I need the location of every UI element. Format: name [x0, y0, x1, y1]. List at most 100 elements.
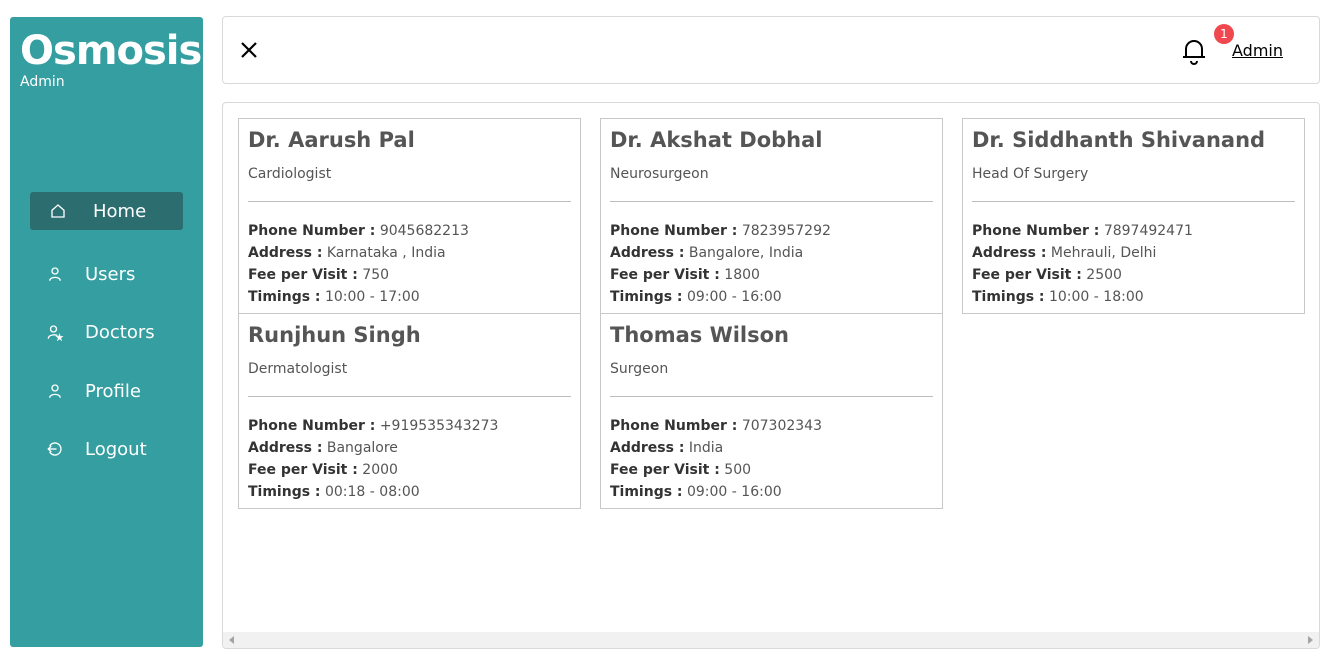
address-row: Address : India: [610, 437, 933, 459]
doctor-name: Runjhun Singh: [248, 323, 421, 347]
user-icon: [45, 264, 65, 284]
card-divider: [248, 201, 571, 202]
doctor-icon: [45, 322, 65, 342]
timings-value: 10:00 - 18:00: [1048, 289, 1144, 305]
fee-row: Fee per Visit : 750: [248, 264, 571, 286]
fee-row: Fee per Visit : 1800: [610, 264, 933, 286]
fee-label: Fee per Visit :: [610, 267, 720, 283]
sidebar-item-label: Logout: [85, 438, 147, 460]
phone-label: Phone Number :: [610, 418, 738, 434]
fee-row: Fee per Visit : 500: [610, 459, 933, 481]
phone-value: 7897492471: [1103, 223, 1193, 239]
profile-icon: [45, 381, 65, 401]
timings-row: Timings : 10:00 - 17:00: [248, 286, 571, 308]
sidebar: Osmosis Admin Home Users Doctors Profile…: [10, 17, 203, 647]
doctor-card[interactable]: Thomas Wilson Surgeon Phone Number : 707…: [600, 313, 943, 509]
fee-value: 2000: [362, 462, 398, 478]
doctor-specialization: Neurosurgeon: [610, 166, 709, 182]
doctor-cards-panel: Dr. Aarush Pal Cardiologist Phone Number…: [222, 102, 1320, 649]
timings-row: Timings : 09:00 - 16:00: [610, 481, 933, 503]
address-label: Address :: [610, 245, 685, 261]
fee-value: 750: [362, 267, 390, 283]
sidebar-item-label: Users: [85, 263, 136, 285]
card-divider: [972, 201, 1295, 202]
phone-label: Phone Number :: [610, 223, 738, 239]
doctor-card[interactable]: Dr. Akshat Dobhal Neurosurgeon Phone Num…: [600, 118, 943, 314]
address-label: Address :: [248, 440, 323, 456]
phone-row: Phone Number : 9045682213: [248, 220, 571, 242]
timings-value: 00:18 - 08:00: [324, 484, 420, 500]
timings-row: Timings : 10:00 - 18:00: [972, 286, 1295, 308]
phone-row: Phone Number : 7823957292: [610, 220, 933, 242]
fee-value: 1800: [724, 267, 760, 283]
logout-icon: [45, 439, 65, 459]
doctor-card[interactable]: Dr. Siddhanth Shivanand Head Of Surgery …: [962, 118, 1305, 314]
close-icon[interactable]: [237, 38, 261, 62]
sidebar-item-label: Profile: [85, 380, 141, 402]
horizontal-scrollbar[interactable]: [223, 632, 1319, 648]
address-label: Address :: [972, 245, 1047, 261]
address-row: Address : Karnataka , India: [248, 242, 571, 264]
address-row: Address : Mehrauli, Delhi: [972, 242, 1295, 264]
admin-link[interactable]: Admin: [1232, 41, 1283, 60]
phone-row: Phone Number : 707302343: [610, 415, 933, 437]
timings-value: 09:00 - 16:00: [686, 484, 782, 500]
timings-label: Timings :: [610, 484, 683, 500]
card-divider: [248, 396, 571, 397]
phone-value: 707302343: [741, 418, 822, 434]
timings-value: 10:00 - 17:00: [324, 289, 420, 305]
doctor-card[interactable]: Dr. Aarush Pal Cardiologist Phone Number…: [238, 118, 581, 314]
sidebar-item-doctors[interactable]: Doctors: [30, 313, 183, 351]
phone-label: Phone Number :: [248, 223, 376, 239]
timings-label: Timings :: [248, 484, 321, 500]
address-row: Address : Bangalore: [248, 437, 571, 459]
bell-icon[interactable]: [1180, 35, 1208, 65]
timings-value: 09:00 - 16:00: [686, 289, 782, 305]
address-value: Bangalore: [326, 440, 398, 456]
doctor-card[interactable]: Runjhun Singh Dermatologist Phone Number…: [238, 313, 581, 509]
doctor-specialization: Surgeon: [610, 361, 669, 377]
fee-label: Fee per Visit :: [972, 267, 1082, 283]
timings-label: Timings :: [610, 289, 683, 305]
card-divider: [610, 201, 933, 202]
phone-value: +919535343273: [379, 418, 499, 434]
sidebar-item-users[interactable]: Users: [30, 255, 183, 293]
sidebar-item-profile[interactable]: Profile: [30, 372, 183, 410]
brand-logo: Osmosis: [20, 28, 202, 74]
scroll-right-arrow-icon[interactable]: [1308, 636, 1313, 644]
address-value: India: [688, 440, 724, 456]
card-divider: [610, 396, 933, 397]
sidebar-item-logout[interactable]: Logout: [30, 430, 183, 468]
doctor-specialization: Head Of Surgery: [972, 166, 1089, 182]
notification-badge: 1: [1214, 24, 1234, 44]
address-value: Karnataka , India: [326, 245, 446, 261]
address-value: Mehrauli, Delhi: [1050, 245, 1157, 261]
sidebar-item-home[interactable]: Home: [30, 192, 183, 230]
timings-label: Timings :: [972, 289, 1045, 305]
scroll-left-arrow-icon[interactable]: [229, 636, 234, 644]
doctor-name: Thomas Wilson: [610, 323, 790, 347]
address-value: Bangalore, India: [688, 245, 804, 261]
address-label: Address :: [610, 440, 685, 456]
phone-value: 9045682213: [379, 223, 469, 239]
doctor-name: Dr. Siddhanth Shivanand: [972, 128, 1266, 152]
sidebar-item-label: Home: [93, 200, 147, 222]
timings-label: Timings :: [248, 289, 321, 305]
phone-row: Phone Number : +919535343273: [248, 415, 571, 437]
fee-row: Fee per Visit : 2500: [972, 264, 1295, 286]
brand-subtitle: Admin: [20, 74, 65, 90]
phone-row: Phone Number : 7897492471: [972, 220, 1295, 242]
doctor-name: Dr. Aarush Pal: [248, 128, 415, 152]
address-row: Address : Bangalore, India: [610, 242, 933, 264]
doctor-name: Dr. Akshat Dobhal: [610, 128, 823, 152]
phone-value: 7823957292: [741, 223, 831, 239]
doctor-specialization: Dermatologist: [248, 361, 348, 377]
timings-row: Timings : 09:00 - 16:00: [610, 286, 933, 308]
top-header: 1 Admin: [222, 16, 1320, 84]
doctor-specialization: Cardiologist: [248, 166, 332, 182]
timings-row: Timings : 00:18 - 08:00: [248, 481, 571, 503]
fee-label: Fee per Visit :: [248, 462, 358, 478]
fee-row: Fee per Visit : 2000: [248, 459, 571, 481]
fee-label: Fee per Visit :: [248, 267, 358, 283]
fee-value: 500: [724, 462, 752, 478]
